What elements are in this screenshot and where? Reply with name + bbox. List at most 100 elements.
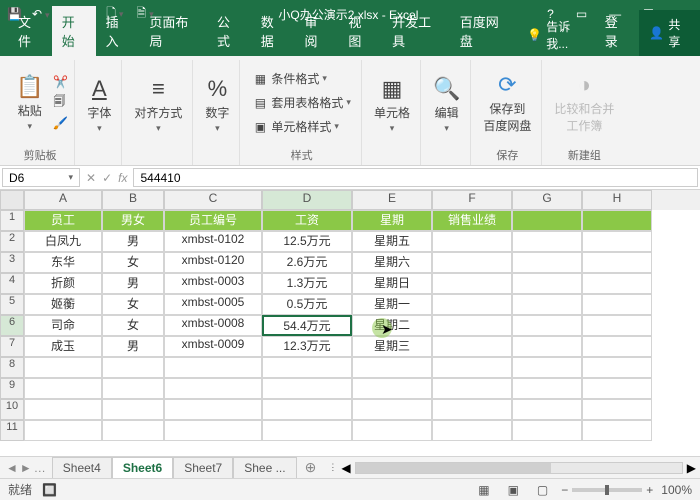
data-cell[interactable]: 0.5万元 (262, 294, 352, 315)
scroll-thumb[interactable] (356, 463, 552, 473)
header-cell[interactable]: 员工 (24, 210, 102, 231)
data-cell[interactable] (582, 378, 652, 399)
col-header-B[interactable]: B (102, 190, 164, 210)
data-cell[interactable] (352, 357, 432, 378)
data-cell[interactable] (582, 294, 652, 315)
row-header[interactable]: 10 (0, 399, 24, 420)
data-cell[interactable] (262, 357, 352, 378)
data-cell[interactable]: 东华 (24, 252, 102, 273)
data-cell[interactable] (512, 378, 582, 399)
data-cell[interactable]: 2.6万元 (262, 252, 352, 273)
row-header[interactable]: 1 (0, 210, 24, 231)
col-header-H[interactable]: H (582, 190, 652, 210)
tab-公式[interactable]: 公式 (207, 6, 251, 56)
row-header[interactable]: 7 (0, 336, 24, 357)
view-layout-icon[interactable]: ▣ (503, 480, 524, 500)
data-cell[interactable] (512, 273, 582, 294)
new-sheet-button[interactable]: ⊕ (297, 459, 325, 476)
data-cell[interactable] (512, 399, 582, 420)
data-cell[interactable] (432, 420, 512, 441)
data-cell[interactable]: 折颜 (24, 273, 102, 294)
data-cell[interactable] (582, 252, 652, 273)
row-header[interactable]: 3 (0, 252, 24, 273)
header-cell[interactable]: 工资 (262, 210, 352, 231)
zoom-level[interactable]: 100% (661, 483, 692, 497)
tab-开始[interactable]: 开始 (52, 6, 96, 56)
tab-页面布局[interactable]: 页面布局 (139, 6, 207, 56)
data-cell[interactable]: 男 (102, 231, 164, 252)
tab-开发工具[interactable]: 开发工具 (382, 6, 450, 56)
copy-icon[interactable]: 🗐 (53, 92, 68, 113)
tab-插入[interactable]: 插入 (96, 6, 140, 56)
data-cell[interactable] (102, 420, 164, 441)
scroll-split-icon[interactable]: ⋮ (328, 462, 337, 473)
data-cell[interactable] (432, 273, 512, 294)
zoom-in-icon[interactable]: + (646, 483, 653, 497)
worksheet-grid[interactable]: ABCDEFGH 1员工男女员工编号工资星期销售业绩2白凤九男xmbst-010… (0, 190, 700, 456)
data-cell[interactable] (582, 336, 652, 357)
scroll-right-icon[interactable]: ▶ (687, 461, 696, 475)
data-cell[interactable]: 女 (102, 315, 164, 336)
data-cell[interactable]: 男 (102, 273, 164, 294)
col-header-D[interactable]: D (262, 190, 352, 210)
data-cell[interactable]: 1.3万元 (262, 273, 352, 294)
data-cell[interactable] (582, 231, 652, 252)
cancel-fx-icon[interactable]: ✕ (86, 171, 96, 185)
data-cell[interactable] (262, 378, 352, 399)
data-cell[interactable]: xmbst-0102 (164, 231, 262, 252)
header-cell[interactable]: 星期 (352, 210, 432, 231)
share-button[interactable]: 👤 共享 (639, 10, 700, 56)
data-cell[interactable] (512, 357, 582, 378)
row-header[interactable]: 2 (0, 231, 24, 252)
data-cell[interactable]: 男 (102, 336, 164, 357)
row-header[interactable]: 11 (0, 420, 24, 441)
row-header[interactable]: 4 (0, 273, 24, 294)
zoom-out-icon[interactable]: − (561, 483, 568, 497)
data-cell[interactable] (432, 399, 512, 420)
name-box[interactable]: D6▾ (2, 168, 80, 187)
tab-文件[interactable]: 文件 (8, 6, 52, 56)
data-cell[interactable]: 星期二 (352, 315, 432, 336)
data-cell[interactable] (512, 294, 582, 315)
format-painter-icon[interactable]: 🖌️ (53, 116, 68, 130)
enter-fx-icon[interactable]: ✓ (102, 171, 112, 185)
header-cell[interactable] (582, 210, 652, 231)
row-header[interactable]: 9 (0, 378, 24, 399)
data-cell[interactable] (24, 399, 102, 420)
data-cell[interactable]: 司命 (24, 315, 102, 336)
paste-button[interactable]: 📋 粘贴▾ (12, 70, 47, 136)
data-cell[interactable]: xmbst-0120 (164, 252, 262, 273)
row-header[interactable]: 5 (0, 294, 24, 315)
cells-button[interactable]: ▦单元格▾ (370, 72, 414, 138)
data-cell[interactable] (262, 420, 352, 441)
data-cell[interactable]: xmbst-0009 (164, 336, 262, 357)
data-cell[interactable] (432, 336, 512, 357)
data-cell[interactable] (512, 336, 582, 357)
data-cell[interactable]: 星期六 (352, 252, 432, 273)
data-cell[interactable] (432, 294, 512, 315)
data-cell[interactable] (24, 357, 102, 378)
data-cell[interactable] (102, 378, 164, 399)
tab-审阅[interactable]: 审阅 (295, 6, 339, 56)
tab-百度网盘[interactable]: 百度网盘 (450, 6, 518, 56)
data-cell[interactable] (24, 420, 102, 441)
sheet-tab[interactable]: Sheet7 (173, 457, 233, 479)
col-header-A[interactable]: A (24, 190, 102, 210)
data-cell[interactable] (164, 420, 262, 441)
status-calc-icon[interactable]: 🔲 (42, 483, 57, 497)
data-cell[interactable]: 54.4万元 (262, 315, 352, 336)
data-cell[interactable] (164, 399, 262, 420)
sheet-tab[interactable]: Sheet4 (52, 457, 112, 479)
align-button[interactable]: ≡对齐方式▾ (130, 72, 186, 138)
fx-icon[interactable]: fx (118, 171, 127, 185)
data-cell[interactable] (102, 399, 164, 420)
baidu-save-button[interactable]: ⟳保存到 百度网盘 (479, 68, 535, 138)
data-cell[interactable] (582, 357, 652, 378)
tell-me[interactable]: 💡 告诉我... (521, 14, 594, 56)
data-cell[interactable] (512, 315, 582, 336)
scroll-left-icon[interactable]: ◀ (341, 461, 350, 475)
col-header-E[interactable]: E (352, 190, 432, 210)
table-format-button[interactable]: ▤套用表格格式 ▾ (248, 92, 355, 113)
data-cell[interactable]: 星期五 (352, 231, 432, 252)
editing-button[interactable]: 🔍编辑▾ (429, 72, 464, 138)
